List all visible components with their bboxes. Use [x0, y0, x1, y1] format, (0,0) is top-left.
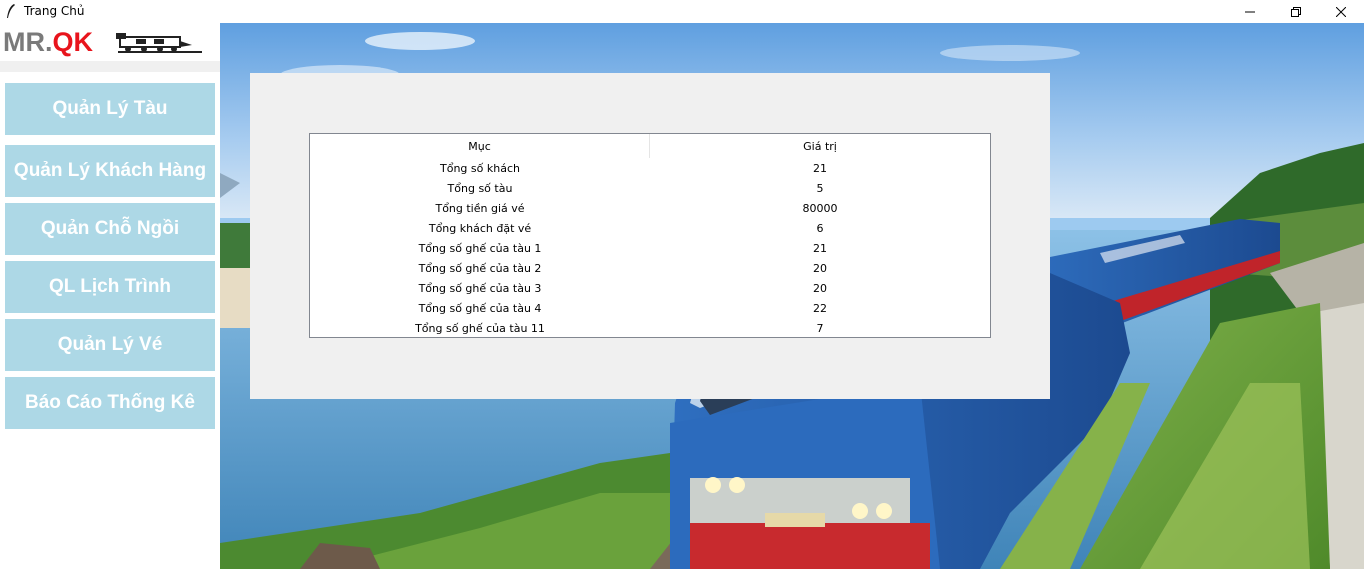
table-body: Tổng số khách 21 Tổng số tàu 5 Tổng tiền… — [310, 158, 990, 338]
logo-divider — [0, 61, 220, 72]
row-value: 20 — [813, 261, 827, 275]
row-label: Tổng số ghế của tàu 4 — [418, 301, 542, 315]
train-logo-icon — [116, 33, 202, 53]
table-row[interactable]: Tổng số ghế của tàu 3 20 — [310, 278, 990, 298]
nav-button-statistics-report[interactable]: Báo Cáo Thống Kê — [5, 377, 215, 429]
statistics-table[interactable]: Mục Giá trị Tổng số khách 21 Tổng số tàu… — [309, 133, 991, 338]
table-row[interactable]: Tổng số khách 21 — [310, 158, 990, 178]
row-value: 5 — [816, 181, 824, 195]
table-row[interactable]: Tổng số ghế của tàu 1 21 — [310, 238, 990, 258]
row-label: Tổng số tàu — [447, 181, 513, 195]
logo-qk: QK — [52, 27, 94, 57]
nav-button-ticket-management[interactable]: Quản Lý Vé — [5, 319, 215, 371]
nav-button-train-management[interactable]: Quản Lý Tàu — [5, 83, 215, 135]
row-label: Tổng số khách — [440, 161, 520, 175]
statistics-panel: Mục Giá trị Tổng số khách 21 Tổng số tàu… — [250, 73, 1050, 399]
brand-logo: MR.QK — [3, 27, 93, 58]
row-value: 7 — [816, 321, 824, 335]
row-label: Tổng số ghế của tàu 11 — [415, 321, 545, 335]
row-label: Tổng tiền giá vé — [435, 201, 525, 215]
row-label: Tổng số ghế của tàu 2 — [418, 261, 542, 275]
row-label: Tổng khách đặt vé — [428, 221, 532, 235]
table-row[interactable]: Tổng số ghế của tàu 2 20 — [310, 258, 990, 278]
close-icon — [1336, 6, 1346, 17]
row-label: Tổng số ghế của tàu 3 — [418, 281, 542, 295]
table-row[interactable]: Tổng số ghế của tàu 4 22 — [310, 298, 990, 318]
row-value: 22 — [813, 301, 827, 315]
nav-button-seat-management[interactable]: Quản Chỗ Ngồi — [5, 203, 215, 255]
nav-button-schedule-management[interactable]: QL Lịch Trình — [5, 261, 215, 313]
row-label: Tổng số ghế của tàu 1 — [418, 241, 542, 255]
minimize-icon — [1245, 11, 1255, 12]
window-title: Trang Chủ — [24, 4, 85, 18]
row-value: 80000 — [802, 201, 838, 215]
table-row[interactable]: Tổng tiền giá vé 80000 — [310, 198, 990, 218]
table-row[interactable]: Tổng khách đặt vé 6 — [310, 218, 990, 238]
nav-button-customer-management[interactable]: Quản Lý Khách Hàng — [5, 145, 215, 197]
column-header-item[interactable]: Mục — [310, 134, 650, 158]
restore-icon — [1291, 6, 1301, 17]
column-header-value[interactable]: Giá trị — [650, 134, 990, 158]
table-row[interactable]: Tổng số tàu 5 — [310, 178, 990, 198]
feather-icon — [7, 4, 15, 18]
table-row[interactable]: Tổng số ghế của tàu 11 7 — [310, 318, 990, 338]
row-value: 20 — [813, 281, 827, 295]
row-value: 6 — [816, 221, 824, 235]
minimize-button[interactable] — [1227, 0, 1273, 23]
table-header: Mục Giá trị — [310, 134, 990, 158]
logo-mr: MR. — [3, 27, 53, 57]
restore-button[interactable] — [1273, 0, 1319, 23]
title-bar: Trang Chủ — [0, 0, 1364, 23]
sidebar: MR.QK Quản Lý Tàu Quản Lý Khách Hàng Quả… — [0, 23, 220, 569]
close-button[interactable] — [1318, 0, 1364, 23]
row-value: 21 — [813, 241, 827, 255]
row-value: 21 — [813, 161, 827, 175]
